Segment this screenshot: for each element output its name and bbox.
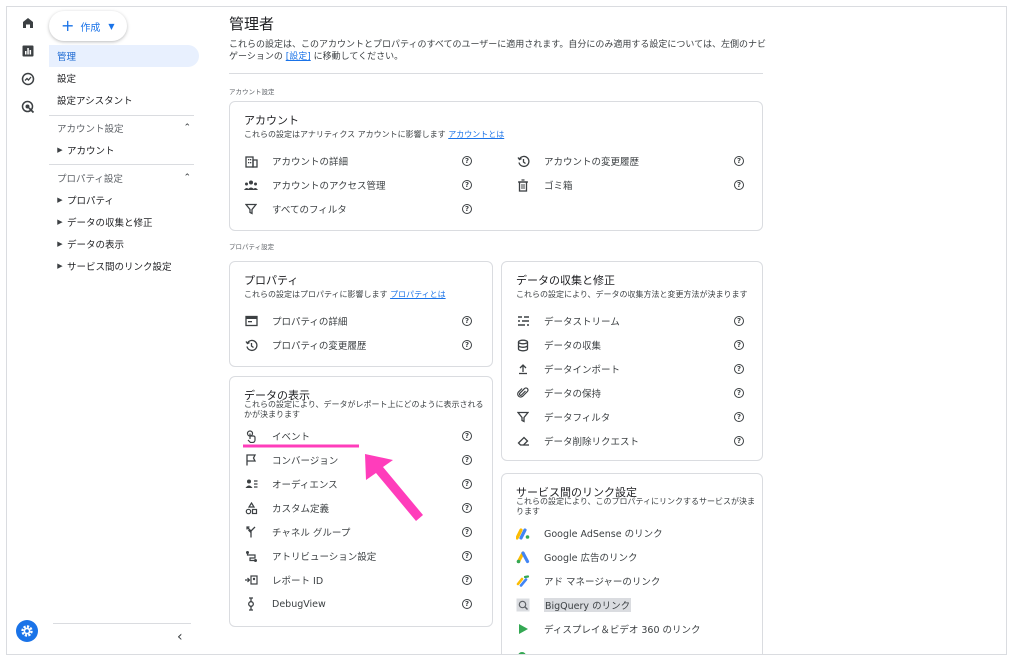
home-icon[interactable]: [18, 13, 38, 33]
nav-sub-data-collection[interactable]: ▶ データの収集と修正: [53, 212, 153, 232]
nav-sub-label: データの収集と修正: [67, 218, 153, 229]
chevron-up-icon: ⌃: [183, 173, 191, 183]
admin-sidebar: + 作成 ▼ 管理 設定 設定アシスタント アカウント設定 ⌃ ▶ アカウント …: [49, 7, 199, 654]
divider: [49, 164, 194, 165]
nav-item-setup-assistant[interactable]: 設定アシスタント: [49, 89, 199, 111]
collapse-sidebar-chevron-icon[interactable]: ‹: [177, 629, 183, 645]
divider: [49, 115, 194, 116]
expand-arrow-icon: ▶: [57, 262, 63, 270]
nav-sub-property[interactable]: ▶ プロパティ: [53, 190, 114, 210]
admin-main: 管理者 これらの設定は、このアカウントとプロパティのすべてのユーザーに適用されま…: [213, 7, 1003, 654]
nav-item-admin[interactable]: 管理: [49, 45, 199, 67]
annotation-overlay: [243, 444, 423, 521]
advertising-icon[interactable]: [18, 97, 38, 117]
admin-gear-icon[interactable]: [16, 620, 38, 642]
create-button-label: 作成: [80, 22, 101, 34]
nav-item-label: 設定: [57, 74, 77, 85]
chevron-up-icon: ⌃: [183, 123, 191, 133]
section-account-settings[interactable]: アカウント設定 ⌃: [57, 118, 191, 138]
section-property-settings[interactable]: プロパティ設定 ⌃: [57, 168, 191, 188]
expand-arrow-icon: ▶: [57, 240, 63, 248]
plus-icon: +: [61, 16, 75, 35]
create-button[interactable]: + 作成 ▼: [49, 11, 127, 41]
nav-sub-data-display[interactable]: ▶ データの表示: [53, 234, 124, 254]
nav-item-label: 管理: [57, 52, 77, 63]
expand-arrow-icon: ▶: [57, 218, 63, 226]
nav-item-label: 設定アシスタント: [57, 96, 133, 107]
app-frame: + 作成 ▼ 管理 設定 設定アシスタント アカウント設定 ⌃ ▶ アカウント …: [6, 6, 1007, 655]
caret-down-icon: ▼: [108, 21, 115, 31]
nav-item-settings[interactable]: 設定: [49, 67, 199, 89]
nav-sub-label: プロパティ: [67, 196, 114, 207]
expand-arrow-icon: ▶: [57, 196, 63, 204]
nav-sub-label: アカウント: [67, 146, 115, 157]
nav-sub-account[interactable]: ▶ アカウント: [53, 140, 115, 160]
explore-icon[interactable]: [18, 69, 38, 89]
nav-sub-label: サービス間のリンク設定: [67, 262, 172, 273]
nav-sub-label: データの表示: [67, 240, 125, 251]
annotation-arrow: [365, 454, 423, 521]
section-label: アカウント設定: [57, 124, 124, 135]
nav-sub-product-links[interactable]: ▶ サービス間のリンク設定: [53, 256, 172, 276]
nav-rail: [7, 7, 49, 654]
expand-arrow-icon: ▶: [57, 146, 63, 154]
section-label: プロパティ設定: [57, 174, 123, 185]
reports-icon[interactable]: [18, 41, 38, 61]
divider: [53, 623, 191, 624]
